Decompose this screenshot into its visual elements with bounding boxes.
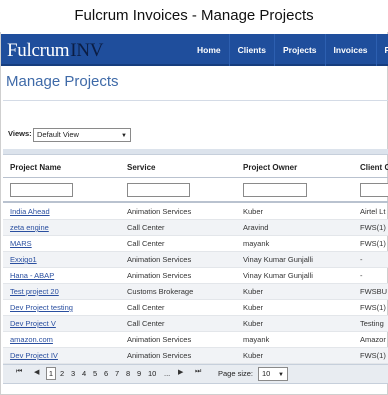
cell-project-owner: Vinay Kumar Gunjalli — [243, 271, 313, 280]
cell-project-name[interactable]: MARS — [10, 239, 32, 248]
header-divider — [3, 177, 388, 178]
dropdown-arrow-icon: ▼ — [278, 372, 284, 378]
filter-project-name-input[interactable] — [10, 183, 73, 197]
cell-client: - — [360, 271, 363, 280]
cell-service: Animation Services — [127, 271, 192, 280]
cell-project-owner: Kuber — [243, 319, 264, 328]
cell-service: Call Center — [127, 223, 165, 232]
cell-project-name[interactable]: Dev Project testing — [10, 303, 73, 312]
table-row[interactable]: amazon.com Animation Services mayank Amazor — [3, 332, 388, 348]
table-row[interactable]: Dev Project testing Call Center Kuber FWS(1… — [3, 300, 388, 316]
cell-service: Call Center — [127, 319, 165, 328]
cell-client: Testing — [360, 319, 384, 328]
cell-client: FWSBU — [360, 287, 388, 296]
cell-project-owner: mayank — [243, 239, 270, 248]
table-row[interactable]: Dev Project V Call Center Kuber Testing — [3, 316, 388, 332]
table-row[interactable]: zeta engine Call Center Aravind FWS(1) — [3, 220, 388, 236]
prev-page-icon[interactable]: ◀ — [34, 368, 39, 376]
page-link[interactable]: 3 — [71, 369, 75, 378]
page-link[interactable]: 4 — [82, 369, 86, 378]
pager: ⏮ ◀ 1 2 3 4 5 6 7 8 9 10 ... ▶ ⏭ Page si… — [3, 364, 388, 384]
cell-project-owner: Kuber — [243, 207, 264, 216]
toolbar-band — [3, 149, 388, 155]
page-link-more[interactable]: ... — [164, 369, 170, 378]
cell-service: Animation Services — [127, 207, 192, 216]
column-header-project-name[interactable]: Project Name — [10, 163, 61, 172]
page-size-value: 10 — [262, 369, 271, 378]
cell-client: FWS(1) — [360, 303, 386, 312]
page-current[interactable]: 1 — [46, 367, 56, 380]
top-navbar: FulcrumINV Home Clients Projects Invoice… — [1, 34, 388, 66]
cell-service: Call Center — [127, 239, 165, 248]
views-select[interactable]: Default View ▼ — [33, 128, 131, 142]
nav-invoices[interactable]: Invoices — [324, 34, 376, 66]
cell-client: FWS(1) — [360, 223, 386, 232]
cell-client: Airtel Lt — [360, 207, 386, 216]
views-label: Views: — [8, 129, 32, 138]
cell-project-owner: Aravind — [243, 223, 269, 232]
cell-project-name[interactable]: Dev Project V — [10, 319, 56, 328]
cell-service: Customs Brokerage — [127, 287, 194, 296]
table-row[interactable]: Hana - ABAP Animation Services Vinay Kumar… — [3, 268, 388, 284]
cell-project-name[interactable]: India Ahead — [10, 207, 50, 216]
views-selected-value: Default View — [37, 130, 79, 139]
cell-client: - — [360, 255, 363, 264]
page-title: Manage Projects — [6, 73, 119, 90]
page-link[interactable]: 7 — [115, 369, 119, 378]
cell-service: Animation Services — [127, 335, 192, 344]
next-page-icon[interactable]: ▶ — [178, 368, 183, 376]
cell-project-owner: Vinay Kumar Gunjalli — [243, 255, 313, 264]
nav-more[interactable]: Pa — [375, 34, 388, 66]
filter-service-input[interactable] — [127, 183, 190, 197]
cell-project-name[interactable]: Dev Project IV — [10, 351, 58, 360]
cell-project-owner: Kuber — [243, 303, 264, 312]
cell-project-name[interactable]: Test project 20 — [10, 287, 59, 296]
filter-client-input[interactable] — [360, 183, 388, 197]
first-page-icon[interactable]: ⏮ — [16, 368, 22, 376]
window-caption: Fulcrum Invoices - Manage Projects — [0, 0, 388, 32]
page-size-select[interactable]: 10 ▼ — [258, 367, 288, 381]
page-link[interactable]: 10 — [148, 369, 156, 378]
nav-clients[interactable]: Clients — [228, 34, 274, 66]
cell-project-name[interactable]: Exxigo1 — [10, 255, 37, 264]
table-row[interactable]: Exxigo1 Animation Services Vinay Kumar Gun… — [3, 252, 388, 268]
title-divider — [3, 100, 388, 101]
cell-project-owner: Kuber — [243, 351, 264, 360]
page-link[interactable]: 2 — [60, 369, 64, 378]
app-logo[interactable]: FulcrumINV — [7, 40, 103, 62]
cell-service: Call Center — [127, 303, 165, 312]
cell-client: FWS(1) — [360, 351, 386, 360]
table-row[interactable]: MARS Call Center mayank FWS(1) — [3, 236, 388, 252]
logo-suffix-text: INV — [70, 40, 104, 61]
nav-home[interactable]: Home — [189, 34, 229, 66]
cell-service: Animation Services — [127, 255, 192, 264]
last-page-icon[interactable]: ⏭ — [195, 368, 201, 376]
cell-project-owner: Kuber — [243, 287, 264, 296]
table-row[interactable]: Test project 20 Customs Brokerage Kuber FWS… — [3, 284, 388, 300]
page-link[interactable]: 9 — [137, 369, 141, 378]
nav-projects[interactable]: Projects — [273, 34, 325, 66]
page-link[interactable]: 8 — [126, 369, 130, 378]
cell-service: Animation Services — [127, 351, 192, 360]
cell-client: FWS(1) — [360, 239, 386, 248]
cell-project-owner: mayank — [243, 335, 270, 344]
page-size-label: Page size: — [218, 369, 254, 378]
page-link[interactable]: 6 — [104, 369, 108, 378]
dropdown-arrow-icon: ▼ — [121, 133, 127, 139]
column-header-service[interactable]: Service — [127, 163, 155, 172]
filter-divider — [3, 201, 388, 203]
filter-project-owner-input[interactable] — [243, 183, 307, 197]
column-header-client[interactable]: Client C — [360, 163, 388, 172]
cell-project-name[interactable]: amazon.com — [10, 335, 53, 344]
cell-project-name[interactable]: zeta engine — [10, 223, 49, 232]
table-row[interactable]: Dev Project IV Animation Services Kuber FWS… — [3, 348, 388, 364]
cell-project-name[interactable]: Hana - ABAP — [10, 271, 54, 280]
page-link[interactable]: 5 — [93, 369, 97, 378]
table-row[interactable]: India Ahead Animation Services Kuber Airtel… — [3, 204, 388, 220]
main-nav: Home Clients Projects Invoices Pa — [189, 34, 388, 66]
logo-main-text: Fulcrum — [7, 40, 70, 61]
cell-client: Amazor — [360, 335, 386, 344]
column-header-project-owner[interactable]: Project Owner — [243, 163, 297, 172]
